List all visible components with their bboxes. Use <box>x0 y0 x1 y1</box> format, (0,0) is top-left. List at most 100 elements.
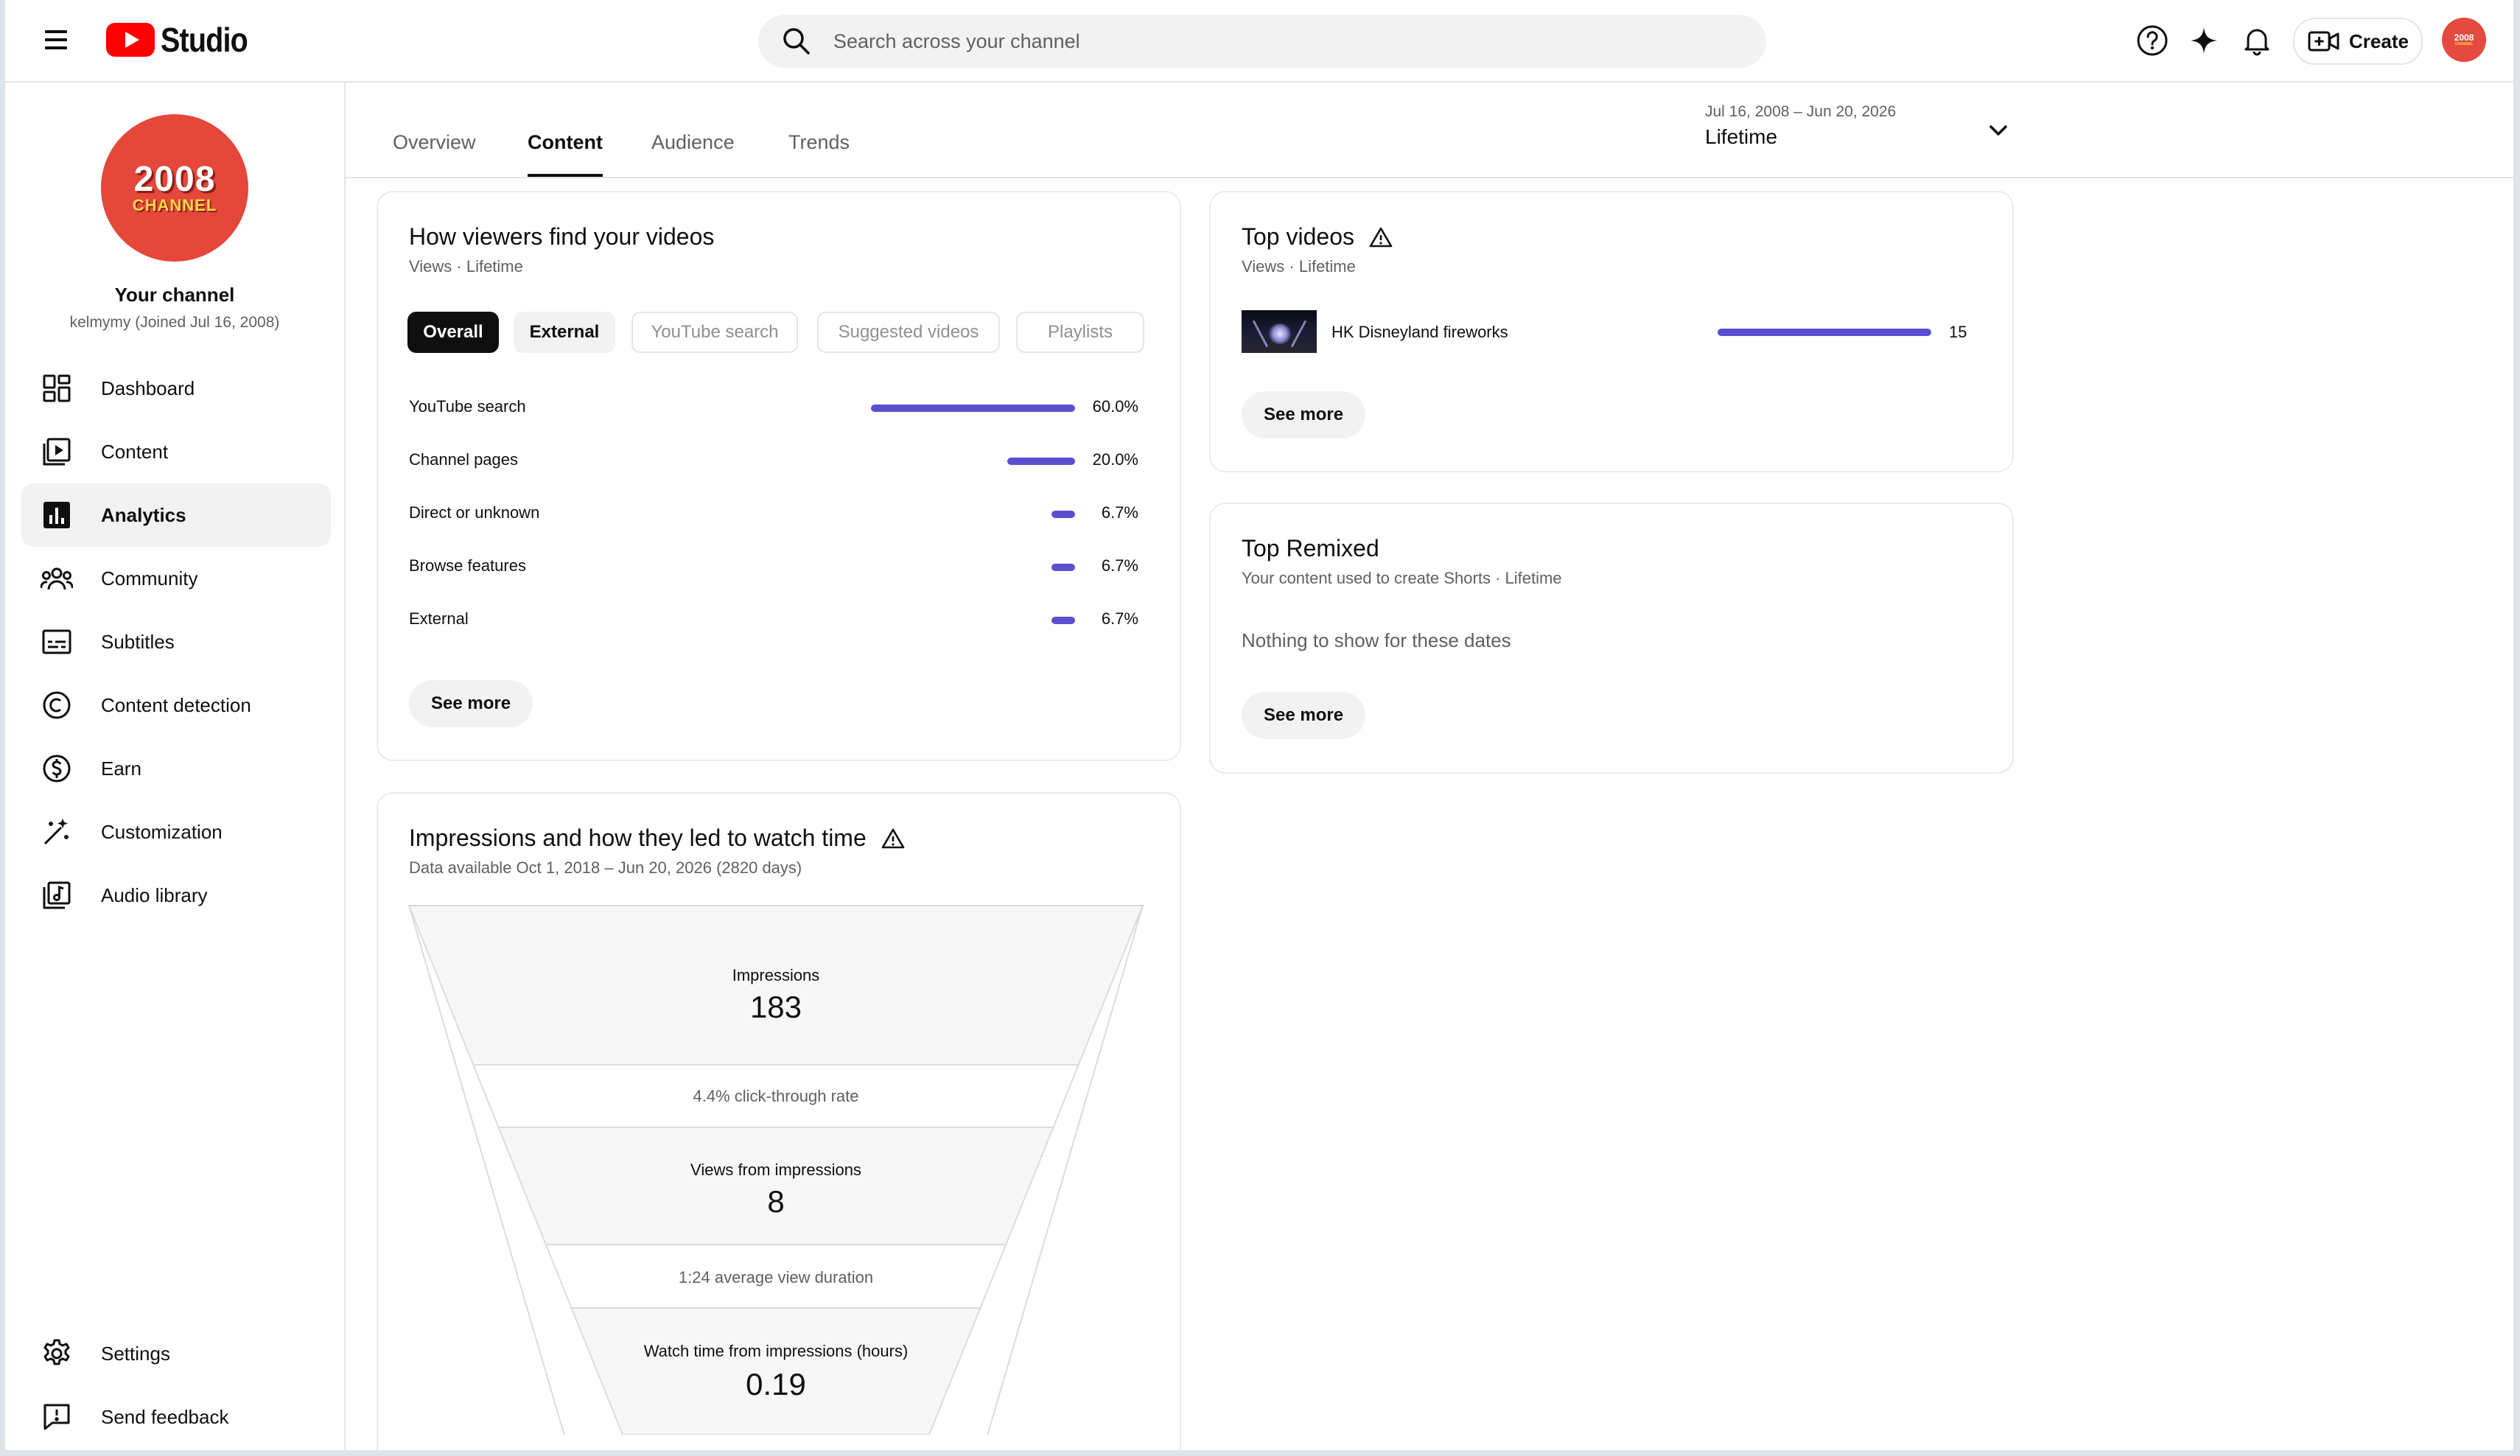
views-from-impressions-label: Views from impressions <box>690 1161 861 1179</box>
sidebar-item-label: Audio library <box>101 883 208 906</box>
sidebar-item-subtitles[interactable]: Subtitles <box>21 610 331 673</box>
tab-trends[interactable]: Trends <box>788 131 850 177</box>
chip-playlists[interactable]: Playlists <box>1016 312 1144 353</box>
card-title-row: Impressions and how they led to watch ti… <box>409 825 905 852</box>
sidebar-item-send-feedback[interactable]: Send feedback <box>21 1385 331 1449</box>
impressions-label: Impressions <box>732 966 820 984</box>
tab-audience[interactable]: Audience <box>651 131 735 177</box>
sidebar-item-analytics[interactable]: Analytics <box>21 483 331 547</box>
see-more-button[interactable]: See more <box>409 680 533 727</box>
community-icon <box>39 561 74 596</box>
card-title: Top videos <box>1242 223 1354 250</box>
chip-suggested-videos[interactable]: Suggested videos <box>817 312 1000 353</box>
traffic-source-label: External <box>409 609 469 628</box>
average-view-duration-text: 1:24 average view duration <box>678 1268 874 1287</box>
chevron-down-icon <box>1989 125 2007 136</box>
traffic-source-bar <box>871 405 1075 412</box>
sidebar-item-label: Subtitles <box>101 630 175 653</box>
traffic-sources-card: How viewers find your videos Views · Lif… <box>377 191 1181 761</box>
sidebar-item-earn[interactable]: Earn <box>21 737 331 800</box>
warning-icon[interactable] <box>1369 225 1393 249</box>
card-subtitle: Your content used to create Shorts · Lif… <box>1242 569 1562 587</box>
channel-avatar-text-top: 2008 <box>133 160 216 199</box>
tab-overview[interactable]: Overview <box>393 131 476 177</box>
traffic-source-bar <box>1051 617 1075 624</box>
search-input[interactable] <box>832 29 1645 54</box>
earn-icon <box>39 751 74 786</box>
dashboard-icon <box>39 371 74 406</box>
sidebar-item-audio-library[interactable]: Audio library <box>21 864 331 927</box>
create-video-icon <box>2308 31 2339 52</box>
sidebar-item-label: Community <box>101 567 198 589</box>
watch-time-label: Watch time from impressions (hours) <box>643 1342 909 1360</box>
card-title: How viewers find your videos <box>409 223 715 250</box>
date-range-dates: Jul 16, 2008 – Jun 20, 2026 <box>1705 103 1897 120</box>
channel-avatar-text-bottom: CHANNEL <box>132 196 217 214</box>
sidebar-item-customization[interactable]: Customization <box>21 800 331 864</box>
content-icon <box>39 434 74 469</box>
video-views-bar <box>1718 329 1931 336</box>
channel-subtitle: kelmymy (Joined Jul 16, 2008) <box>69 314 280 331</box>
sidebar-item-label: Earn <box>101 757 141 780</box>
audio-library-icon <box>39 878 74 913</box>
card-subtitle: Views · Lifetime <box>409 257 523 276</box>
traffic-source-row: YouTube search 60.0% <box>409 391 1138 421</box>
traffic-source-value: 60.0% <box>1092 397 1138 416</box>
video-views: 15 <box>1949 323 1967 341</box>
impressions-funnel: Impressions 183 4.4% click-through rate … <box>407 904 1144 1435</box>
channel-avatar[interactable]: 2008 CHANNEL <box>101 114 248 262</box>
top-video-row[interactable]: HK Disneyland fireworks 15 <box>1242 310 1978 354</box>
video-title[interactable]: HK Disneyland fireworks <box>1331 323 1508 342</box>
search-icon[interactable] <box>780 25 813 57</box>
top-header: Studio Search across your channel Create… <box>5 0 2513 83</box>
sidebar-item-label: Content <box>101 440 169 463</box>
sidebar-item-community[interactable]: Community <box>21 547 331 610</box>
menu-icon[interactable] <box>38 24 74 56</box>
sidebar-item-label: Customization <box>101 820 223 843</box>
magic-wand-icon <box>39 814 74 850</box>
warning-icon[interactable] <box>881 827 905 850</box>
sidebar-item-settings[interactable]: Settings <box>21 1322 331 1385</box>
views-from-impressions-value: 8 <box>767 1184 785 1219</box>
traffic-source-bar <box>1007 458 1075 465</box>
studio-app: Studio Search across your channel Create… <box>5 0 2513 1450</box>
sidebar-item-content-detection[interactable]: Content detection <box>21 673 331 737</box>
avatar-text-bottom: CHANNEL <box>2454 42 2474 46</box>
traffic-source-bar <box>1051 511 1075 518</box>
date-range-picker[interactable]: Jul 16, 2008 – Jun 20, 2026 Lifetime <box>1705 103 2015 155</box>
card-title: Impressions and how they led to watch ti… <box>409 825 867 851</box>
traffic-source-label: Browse features <box>409 556 526 575</box>
search-bar[interactable] <box>758 15 1766 68</box>
avatar-text-top: 2008 <box>2454 32 2474 43</box>
sidebar: 2008 CHANNEL Your channel kelmymy (Joine… <box>5 83 346 1450</box>
analytics-tabs: Overview Content Audience Trends <box>346 83 2513 178</box>
sidebar-item-content[interactable]: Content <box>21 420 331 483</box>
notifications-bell-icon[interactable] <box>2239 22 2275 59</box>
traffic-source-value: 6.7% <box>1101 609 1138 628</box>
chip-youtube-search[interactable]: YouTube search <box>631 312 798 353</box>
sidebar-item-label: Dashboard <box>101 377 195 399</box>
ctr-text: 4.4% click-through rate <box>693 1087 859 1105</box>
see-more-button[interactable]: See more <box>1242 692 1366 739</box>
top-videos-card: Top videos Views · Lifetime HK Disneylan… <box>1209 191 2014 472</box>
sparkle-icon[interactable] <box>2185 22 2222 59</box>
traffic-source-row: External 6.7% <box>409 603 1138 633</box>
video-thumbnail[interactable] <box>1242 310 1317 353</box>
sidebar-item-label: Send feedback <box>101 1405 229 1428</box>
studio-logo[interactable]: Studio <box>106 21 262 59</box>
sidebar-item-dashboard[interactable]: Dashboard <box>21 357 331 420</box>
traffic-source-value: 20.0% <box>1092 450 1138 469</box>
impressions-value: 183 <box>749 990 802 1024</box>
see-more-button[interactable]: See more <box>1242 391 1366 438</box>
chip-external[interactable]: External <box>514 312 615 353</box>
sidebar-item-label: Settings <box>101 1342 170 1365</box>
tab-content[interactable]: Content <box>528 131 603 177</box>
chip-overall[interactable]: Overall <box>407 312 499 353</box>
account-avatar[interactable]: 2008 CHANNEL <box>2442 18 2486 62</box>
create-button[interactable]: Create <box>2293 18 2423 65</box>
sidebar-item-label: Analytics <box>101 503 186 526</box>
impressions-card: Impressions and how they led to watch ti… <box>377 792 1181 1450</box>
traffic-source-label: Direct or unknown <box>409 503 540 522</box>
help-icon[interactable] <box>2134 22 2171 59</box>
gear-icon <box>39 1336 74 1371</box>
